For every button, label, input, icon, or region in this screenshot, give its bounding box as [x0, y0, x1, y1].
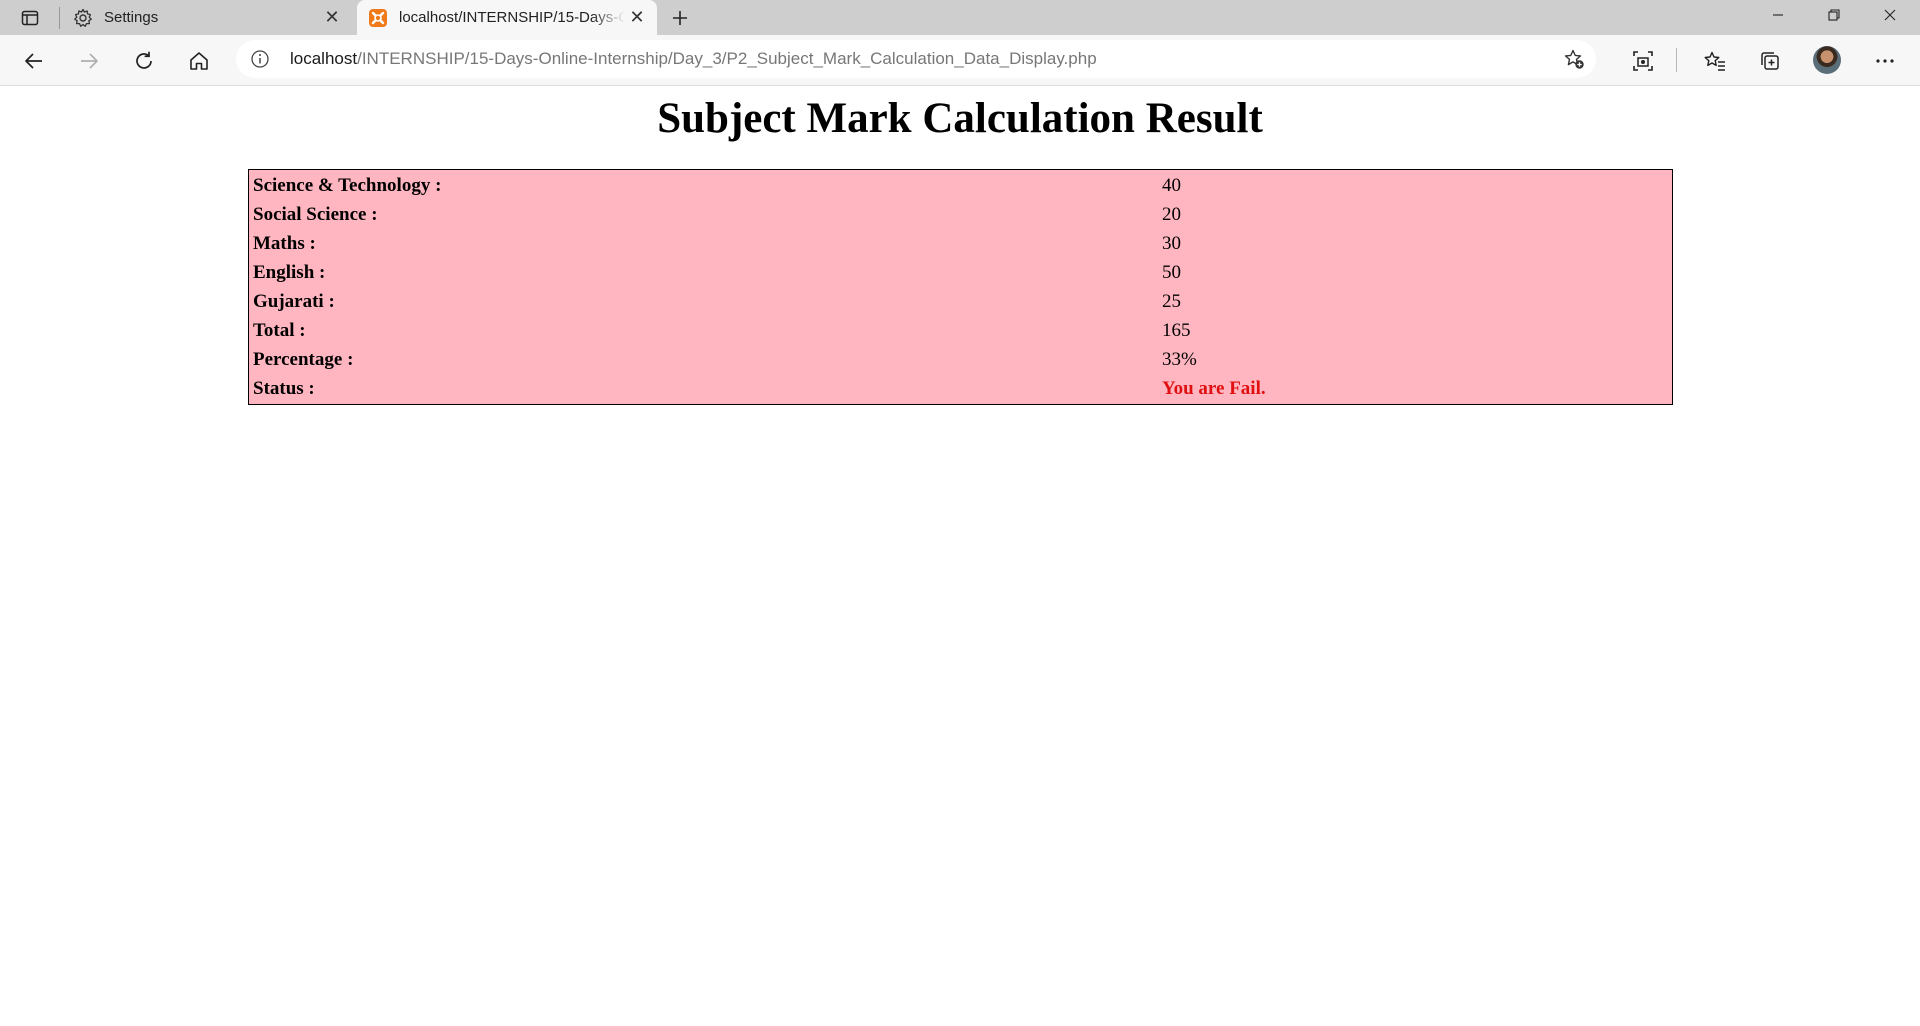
url-path: /INTERNSHIP/15-Days-Online-Internship/Da…	[357, 49, 1097, 68]
table-row: Total : 165	[251, 317, 1670, 344]
home-button[interactable]	[181, 43, 217, 79]
row-value: 165	[1162, 319, 1191, 341]
row-label: Gujarati :	[253, 290, 335, 312]
table-row: Status : You are Fail.	[251, 375, 1670, 402]
close-tab-icon[interactable]: ✕	[625, 6, 649, 30]
favorites-button[interactable]	[1697, 43, 1733, 79]
forward-button[interactable]	[71, 43, 107, 79]
tab-active-page[interactable]: localhost/INTERNSHIP/15-Days-Online-Inte…	[357, 0, 657, 35]
minimize-icon	[1773, 14, 1783, 16]
collections-button[interactable]	[1752, 43, 1788, 79]
row-label: Maths :	[253, 232, 316, 254]
toolbar-separator	[1676, 48, 1677, 72]
back-arrow-icon	[25, 53, 42, 69]
refresh-button[interactable]	[126, 43, 162, 79]
profile-avatar[interactable]	[1813, 46, 1841, 74]
row-value: 40	[1162, 174, 1181, 196]
forward-arrow-icon	[81, 53, 98, 69]
tab-strip: Settings ✕ localhost/INTERNSHIP/15-Days-…	[0, 0, 1920, 35]
results-table-body: Science & Technology : 40 Social Science :…	[251, 172, 1670, 402]
table-row: Social Science : 20	[251, 201, 1670, 228]
url-host: localhost	[290, 49, 358, 68]
plus-icon	[673, 11, 687, 25]
gear-icon	[72, 7, 94, 29]
close-tab-icon[interactable]: ✕	[320, 6, 344, 30]
page-title: Subject Mark Calculation Result	[657, 95, 1263, 142]
web-capture-icon	[1633, 51, 1653, 71]
row-label: Science & Technology :	[253, 174, 442, 196]
new-tab-button[interactable]	[664, 2, 696, 34]
table-row: Science & Technology : 40	[251, 172, 1670, 199]
results-table: Science & Technology : 40 Social Science :…	[248, 169, 1673, 405]
info-icon[interactable]	[250, 49, 270, 69]
tab-title: localhost/INTERNSHIP/15-Days-Online-Inte…	[399, 9, 625, 26]
restore-button[interactable]	[1806, 0, 1862, 30]
close-window-button[interactable]	[1862, 0, 1918, 30]
table-row: Percentage : 33%	[251, 346, 1670, 373]
row-label: Status :	[253, 377, 315, 399]
back-button[interactable]	[16, 43, 52, 79]
browser-toolbar: localhost/INTERNSHIP/15-Days-Online-Inte…	[0, 35, 1920, 86]
tab-separator	[59, 7, 60, 29]
row-label: English :	[253, 261, 326, 283]
tab-title: Settings	[104, 9, 159, 26]
row-value: 50	[1162, 261, 1181, 283]
minimize-button[interactable]	[1750, 0, 1806, 30]
refresh-icon	[136, 51, 152, 69]
more-options-button[interactable]	[1867, 43, 1903, 79]
url-text[interactable]: localhost/INTERNSHIP/15-Days-Online-Inte…	[290, 49, 1097, 69]
tab-settings[interactable]: Settings ✕	[62, 0, 352, 35]
address-bar[interactable]: localhost/INTERNSHIP/15-Days-Online-Inte…	[236, 40, 1596, 78]
xampp-icon	[367, 7, 389, 29]
collections-icon	[1761, 52, 1779, 70]
table-row: Maths : 30	[251, 230, 1670, 257]
more-dots-icon	[1876, 59, 1894, 63]
table-row: English : 50	[251, 259, 1670, 286]
row-label: Percentage :	[253, 348, 354, 370]
tab-actions-icon	[21, 10, 39, 26]
row-value: 25	[1162, 290, 1181, 312]
row-value: 20	[1162, 203, 1181, 225]
row-value: 30	[1162, 232, 1181, 254]
restore-icon	[1828, 9, 1840, 21]
add-favorite-icon[interactable]	[1562, 47, 1586, 71]
row-label: Total :	[253, 319, 306, 341]
screenshot-button[interactable]	[1625, 43, 1661, 79]
table-row: Gujarati : 25	[251, 288, 1670, 315]
row-value: 33%	[1162, 348, 1197, 370]
home-icon	[190, 52, 208, 70]
favorites-icon	[1704, 51, 1725, 71]
close-icon	[1884, 9, 1896, 21]
status-value: You are Fail.	[1162, 377, 1266, 399]
row-label: Social Science :	[253, 203, 378, 225]
page-content: Subject Mark Calculation Result Science …	[0, 86, 1920, 1026]
tab-actions-button[interactable]	[10, 3, 50, 33]
